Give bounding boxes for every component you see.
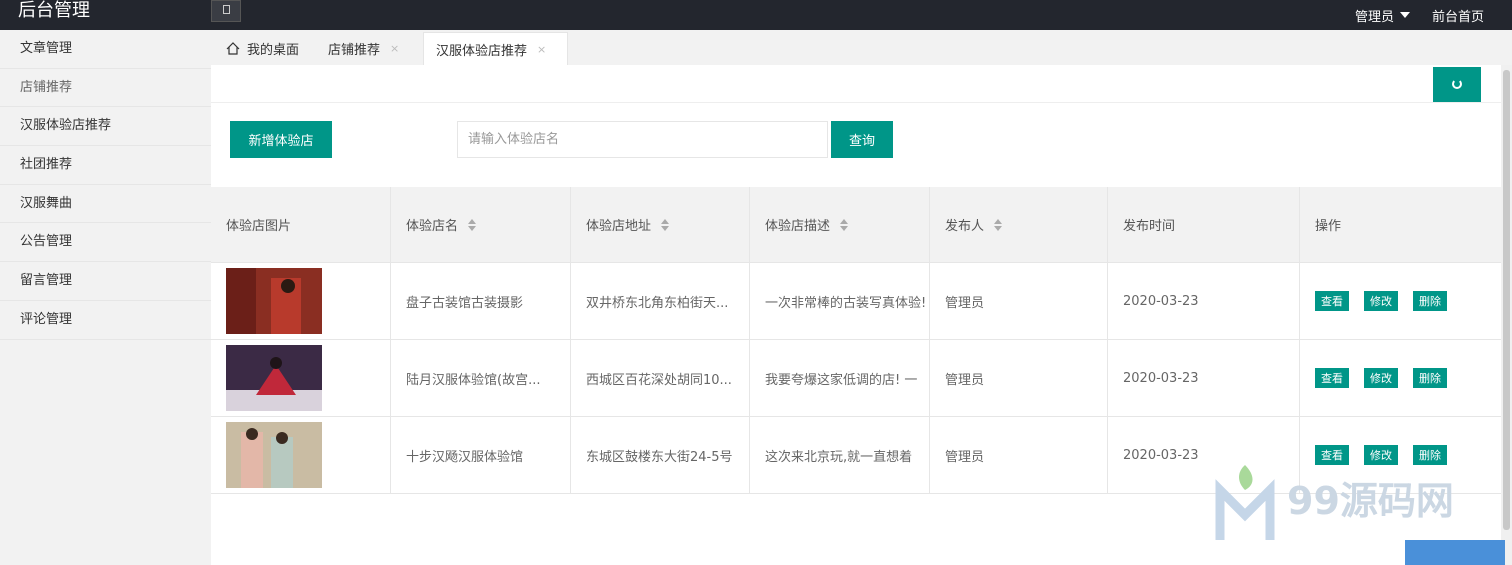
admin-label: 管理员 [1354, 9, 1394, 25]
table-row: 陆月汉服体验馆(故宫... 西城区百花深处胡同10... 我要夸爆这家低调的店!… [211, 340, 1501, 417]
shop-publisher: 管理员 [930, 263, 1108, 339]
menu-icon [223, 5, 230, 14]
shop-publisher: 管理员 [930, 340, 1108, 416]
col-date: 发布时间 [1108, 187, 1300, 262]
sidebar-item-messages[interactable]: 留言管理 [0, 262, 211, 301]
sort-icon[interactable] [840, 218, 849, 231]
ops-cell: 查看 修改 删除 [1300, 263, 1481, 339]
col-ops: 操作 [1315, 219, 1342, 234]
view-button[interactable]: 查看 [1315, 368, 1349, 388]
watermark-badge [1405, 540, 1505, 565]
tab-bar: 我的桌面 店铺推荐 × 汉服体验店推荐 × [211, 30, 1512, 65]
edit-button[interactable]: 修改 [1364, 291, 1398, 311]
search-input[interactable] [457, 121, 828, 158]
refresh-bar [211, 65, 1501, 103]
sort-icon[interactable] [994, 218, 1003, 231]
refresh-icon [1452, 79, 1462, 89]
delete-button[interactable]: 删除 [1413, 291, 1447, 311]
shop-image-cell [211, 340, 391, 416]
tab-shops[interactable]: 店铺推荐 × [328, 32, 399, 65]
shop-desc: 我要夸爆这家低调的店! 一 [750, 340, 930, 416]
shop-desc: 这次来北京玩,就一直想着 [750, 417, 930, 493]
shop-image [226, 268, 322, 334]
sidebar-item-shops[interactable]: 店铺推荐 [0, 69, 211, 108]
shop-address: 双井桥东北角东柏街天... [571, 263, 750, 339]
shop-desc: 一次非常棒的古装写真体验! [750, 263, 930, 339]
shop-date: 2020-03-23 [1108, 340, 1300, 416]
table-header: 体验店图片 体验店名 体验店地址 体验店描述 发布人 发布时间 操作 [211, 187, 1501, 263]
delete-button[interactable]: 删除 [1413, 368, 1447, 388]
view-button[interactable]: 查看 [1315, 291, 1349, 311]
sidebar-item-notices[interactable]: 公告管理 [0, 223, 211, 263]
sort-icon[interactable] [661, 218, 670, 231]
sort-icon[interactable] [468, 218, 477, 231]
shop-address: 西城区百花深处胡同10... [571, 340, 750, 416]
home-icon [226, 42, 240, 55]
shop-name: 盘子古装馆古装摄影 [391, 263, 571, 339]
tab-label: 我的桌面 [247, 43, 300, 58]
sidebar-item-clubs[interactable]: 社团推荐 [0, 146, 211, 185]
app-title: 后台管理 [18, 0, 90, 21]
shop-date: 2020-03-23 [1108, 263, 1300, 339]
tab-hanfu-shops[interactable]: 汉服体验店推荐 × [423, 32, 568, 65]
sidebar-item-comments[interactable]: 评论管理 [0, 301, 211, 340]
search-button[interactable]: 查询 [831, 121, 893, 158]
sidebar-item-articles[interactable]: 文章管理 [0, 30, 211, 69]
caret-down-icon [1399, 12, 1410, 18]
tab-label: 店铺推荐 [328, 43, 381, 58]
col-name[interactable]: 体验店名 [391, 187, 571, 262]
shop-table: 体验店图片 体验店名 体验店地址 体验店描述 发布人 发布时间 操作 盘子古装馆… [211, 187, 1501, 494]
shop-name: 陆月汉服体验馆(故宫... [391, 340, 571, 416]
col-image: 体验店图片 [211, 187, 391, 262]
front-page-link[interactable]: 前台首页 [1432, 6, 1484, 25]
close-icon[interactable]: × [537, 43, 546, 56]
tab-label: 汉服体验店推荐 [436, 43, 528, 59]
menu-toggle-button[interactable] [211, 0, 241, 22]
shop-image-cell [211, 263, 391, 339]
tab-desktop[interactable]: 我的桌面 [226, 32, 299, 65]
col-desc[interactable]: 体验店描述 [750, 187, 930, 262]
shop-image [226, 345, 322, 411]
col-publisher[interactable]: 发布人 [930, 187, 1108, 262]
sidebar-item-hanfu-shops[interactable]: 汉服体验店推荐 [0, 107, 211, 147]
ops-cell: 查看 修改 删除 [1300, 340, 1481, 416]
col-address[interactable]: 体验店地址 [571, 187, 750, 262]
sidebar-item-dance[interactable]: 汉服舞曲 [0, 185, 211, 224]
add-shop-button[interactable]: 新增体验店 [230, 121, 332, 158]
table-row: 盘子古装馆古装摄影 双井桥东北角东柏街天... 一次非常棒的古装写真体验! 管理… [211, 263, 1501, 340]
watermark-text: 99源码网 [1287, 479, 1454, 523]
shop-address: 东城区鼓楼东大街24-5号 [571, 417, 750, 493]
shop-name: 十步汉飏汉服体验馆 [391, 417, 571, 493]
admin-dropdown[interactable]: 管理员 [1355, 6, 1410, 25]
edit-button[interactable]: 修改 [1364, 368, 1398, 388]
shop-image-cell [211, 417, 391, 493]
top-bar: 后台管理 管理员 前台首页 [0, 0, 1512, 30]
shop-publisher: 管理员 [930, 417, 1108, 493]
shop-image [226, 422, 322, 488]
refresh-button[interactable] [1433, 67, 1481, 102]
sidebar: 文章管理 店铺推荐 汉服体验店推荐 社团推荐 汉服舞曲 公告管理 留言管理 评论… [0, 30, 211, 565]
close-icon[interactable]: × [390, 42, 399, 55]
watermark-logo [1215, 465, 1275, 540]
